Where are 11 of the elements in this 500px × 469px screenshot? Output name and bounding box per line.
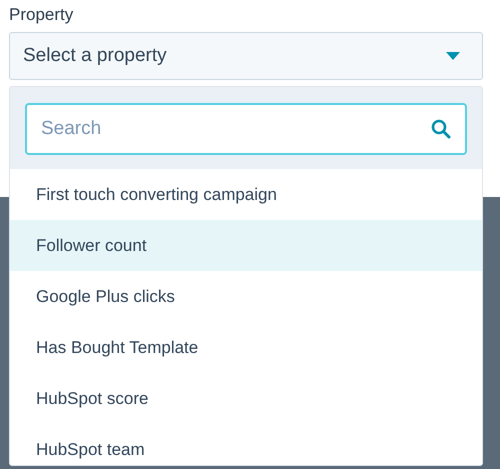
dropdown-option[interactable]: First touch converting campaign (10, 169, 482, 220)
dropdown-option[interactable]: HubSpot team (10, 424, 482, 465)
search-field[interactable]: Search (25, 103, 467, 155)
caret-icon (446, 52, 460, 60)
property-select[interactable]: Select a property (9, 32, 483, 80)
dropdown-option[interactable]: Has Bought Template (10, 322, 482, 373)
dropdown-option[interactable]: Google Plus clicks (10, 271, 482, 322)
search-icon (431, 119, 451, 139)
dropdown-option[interactable]: HubSpot score (10, 373, 482, 424)
field-label: Property (9, 4, 74, 26)
dropdown-option[interactable]: Follower count (10, 220, 482, 271)
